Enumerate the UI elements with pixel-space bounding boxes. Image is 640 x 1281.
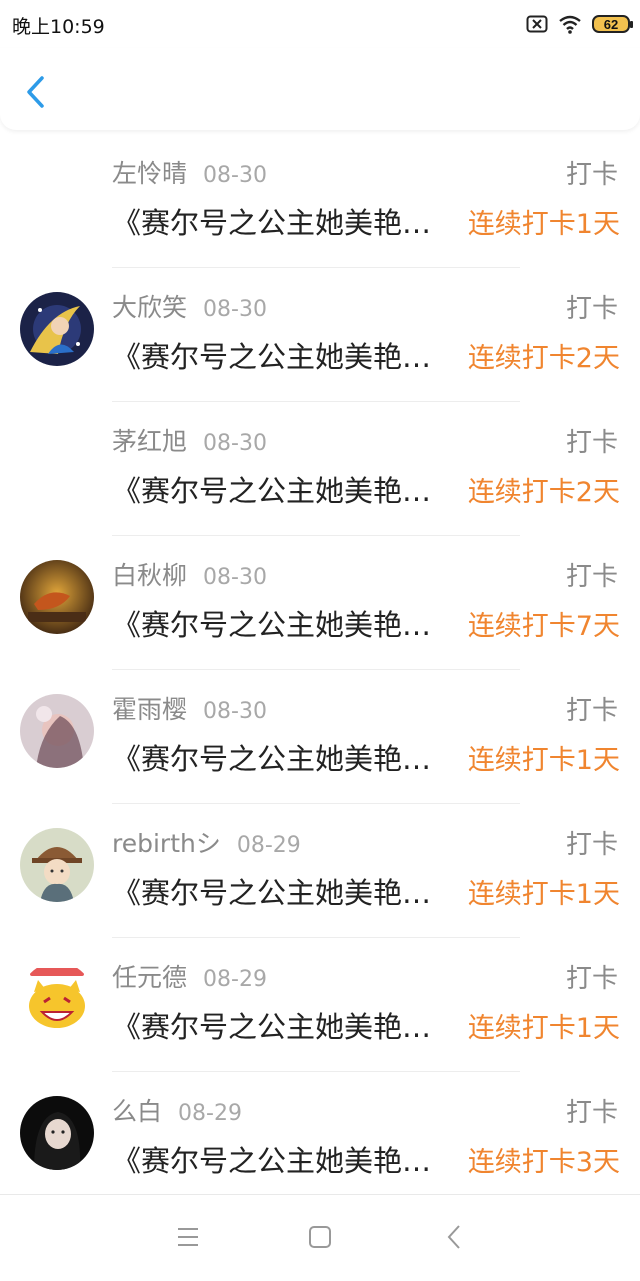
book-title[interactable]: 《赛尔号之公主她美艳… [112,736,457,778]
nav-back-button[interactable] [438,1221,470,1253]
list-item[interactable]: 茅红旭 08-30 打卡 《赛尔号之公主她美艳… 连续打卡2天 [0,402,640,536]
streak-text: 连续打卡7天 [467,611,620,642]
checkin-label: 打卡 [565,294,618,324]
home-button[interactable] [304,1221,336,1253]
list-item[interactable]: 白秋柳 08-30 打卡 《赛尔号之公主她美艳… 连续打卡7天 [0,536,640,670]
chevron-left-icon [27,76,44,108]
list-item[interactable]: 么白 08-29 打卡 《赛尔号之公主她美艳… 连续打卡3天 [0,1072,640,1206]
streak-text: 连续打卡1天 [467,209,620,240]
status-bar: 晚上10:59 62 [0,0,640,48]
user-name-line: 白秋柳 08-30 [112,556,267,592]
user-name[interactable]: 白秋柳 [112,561,187,590]
streak-text: 连续打卡1天 [467,745,620,776]
book-title[interactable]: 《赛尔号之公主她美艳… [112,1004,457,1046]
list-item[interactable]: 左怜晴 08-30 打卡 《赛尔号之公主她美艳… 连续打卡1天 [0,134,640,268]
book-title[interactable]: 《赛尔号之公主她美艳… [112,200,457,242]
avatar[interactable] [20,426,94,500]
user-name[interactable]: 大欣笑 [112,293,187,322]
checkin-date: 08-30 [203,163,267,188]
avatar[interactable] [20,694,94,768]
checkin-label: 打卡 [565,160,618,190]
streak-text: 连续打卡2天 [467,343,620,374]
home-square-icon [309,1226,331,1248]
checkin-label: 打卡 [565,964,618,994]
avatar[interactable] [20,1096,94,1170]
book-title[interactable]: 《赛尔号之公主她美艳… [112,1138,457,1180]
list-item[interactable]: 任元德 08-29 打卡 《赛尔号之公主她美艳… 连续打卡1天 [0,938,640,1072]
checkin-date: 08-30 [203,297,267,322]
user-name-line: 大欣笑 08-30 [112,288,267,324]
user-name-line: 任元德 08-29 [112,958,267,994]
avatar-image [20,962,94,1036]
list-item[interactable]: 大欣笑 08-30 打卡 《赛尔号之公主她美艳… 连续打卡2天 [0,268,640,402]
avatar[interactable] [20,962,94,1036]
back-triangle-icon [447,1225,460,1249]
checkin-label: 打卡 [565,830,618,860]
avatar-image [20,1096,94,1170]
user-name[interactable]: rebirthシ [112,829,221,858]
checkin-date: 08-30 [203,565,267,590]
list-item[interactable]: 霍雨樱 08-30 打卡 《赛尔号之公主她美艳… 连续打卡1天 [0,670,640,804]
status-time: 晚上10:59 [12,16,105,38]
checkin-date: 08-29 [203,967,267,992]
user-name[interactable]: 茅红旭 [112,427,187,456]
avatar[interactable] [20,292,94,366]
avatar[interactable] [20,828,94,902]
book-title[interactable]: 《赛尔号之公主她美艳… [112,602,457,644]
back-button[interactable] [18,72,54,112]
user-name[interactable]: 霍雨樱 [112,695,187,724]
sim-off-icon [526,15,548,33]
user-name-line: 么白 08-29 [112,1092,242,1128]
checkin-label: 打卡 [565,696,618,726]
avatar-image [20,694,94,768]
checkin-label: 打卡 [565,562,618,592]
menu-button[interactable] [172,1221,204,1253]
battery-level: 62 [603,16,619,32]
system-nav-bar [0,1194,640,1281]
checkin-list: 左怜晴 08-30 打卡 《赛尔号之公主她美艳… 连续打卡1天 大欣笑 08-30 … [0,134,640,1206]
streak-text: 连续打卡3天 [467,1147,620,1178]
user-name[interactable]: 左怜晴 [112,159,187,188]
menu-icon [178,1228,198,1246]
user-name[interactable]: 么白 [112,1097,162,1126]
checkin-date: 08-29 [236,833,301,858]
avatar[interactable] [20,560,94,634]
streak-text: 连续打卡1天 [467,1013,620,1044]
status-icons: 62 [526,12,633,36]
book-title[interactable]: 《赛尔号之公主她美艳… [112,334,457,376]
user-name-line: 茅红旭 08-30 [112,422,267,458]
avatar-image [20,292,94,366]
checkin-date: 08-30 [203,699,267,724]
battery-icon: 62 [592,15,633,33]
avatar[interactable] [20,158,94,232]
wifi-icon [559,15,581,34]
user-name-line: 霍雨樱 08-30 [112,690,267,726]
avatar-image [20,828,94,902]
checkin-date: 08-30 [203,431,267,456]
list-item[interactable]: rebirthシ 08-29 打卡 《赛尔号之公主她美艳… 连续打卡1天 [0,804,640,938]
user-name-line: 左怜晴 08-30 [112,154,267,190]
checkin-label: 打卡 [565,428,618,458]
avatar-image [20,560,94,634]
streak-text: 连续打卡2天 [467,477,620,508]
book-title[interactable]: 《赛尔号之公主她美艳… [112,468,457,510]
checkin-label: 打卡 [565,1098,618,1128]
book-title[interactable]: 《赛尔号之公主她美艳… [112,870,457,912]
user-name[interactable]: 任元德 [112,963,187,992]
page-header [0,48,640,130]
user-name-line: rebirthシ 08-29 [112,824,301,860]
streak-text: 连续打卡1天 [467,879,620,910]
checkin-date: 08-29 [178,1101,242,1126]
